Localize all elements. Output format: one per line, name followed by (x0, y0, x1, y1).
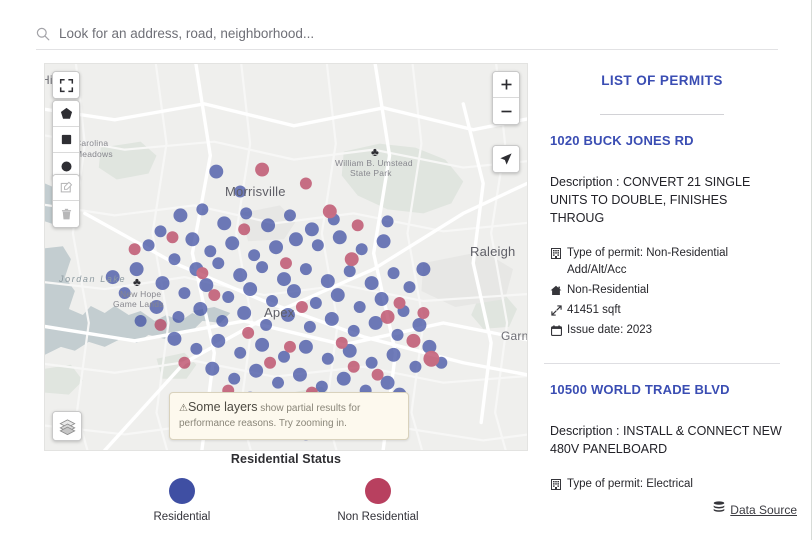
permit-status-text: Non-Residential (567, 282, 649, 299)
edit-shape-button[interactable] (53, 175, 79, 201)
fullscreen-control[interactable] (52, 71, 80, 99)
permit-date-row: Issue date: 2023 (550, 322, 784, 339)
draw-polygon-button[interactable] (53, 101, 79, 127)
legend-dot-residential (169, 478, 195, 504)
plus-icon (500, 78, 513, 91)
rectangle-icon (60, 133, 73, 146)
warning-triangle-icon: ⚠ (179, 403, 188, 414)
park-pin-icon: ♣ (371, 146, 379, 158)
locate-button[interactable] (493, 146, 519, 172)
minus-icon (500, 105, 513, 118)
draw-rectangle-button[interactable] (53, 127, 79, 153)
permit-meta-list: Type of permit: Non-Residential Add/Alt/… (550, 245, 784, 339)
trash-icon (60, 208, 73, 221)
permit-type-row: Type of permit: Electrical (550, 476, 784, 490)
layers-control[interactable] (52, 411, 82, 441)
edit-icon (60, 181, 73, 194)
permit-meta-list: Type of permit: Electrical Non-Residenti… (550, 476, 784, 490)
partial-results-toast: ⚠Some layers show partial results for pe… (169, 392, 409, 440)
search-icon (36, 27, 50, 41)
zoom-in-button[interactable] (493, 72, 519, 98)
delete-shape-button[interactable] (53, 201, 79, 227)
map-panel[interactable]: Hill Carolina Meadows Morrisville ♣ Will… (44, 63, 528, 451)
legend-title: Residential Status (44, 452, 528, 466)
polygon-icon (60, 107, 73, 120)
permit-status-row: Non-Residential (550, 282, 784, 299)
permit-type-text: Type of permit: Electrical (567, 476, 693, 490)
panel-title: LIST OF PERMITS (540, 73, 784, 88)
edit-delete-control[interactable] (52, 174, 80, 228)
game-lands-pin-icon: ♣ (133, 276, 141, 288)
legend-label-residential: Residential (153, 511, 210, 523)
permit-type-text: Type of permit: Non-Residential Add/Alt/… (567, 245, 784, 279)
database-icon (713, 501, 725, 519)
navigation-arrow-icon (499, 152, 513, 166)
legend-label-non-residential: Non Residential (337, 511, 418, 523)
zoom-control[interactable] (492, 71, 520, 125)
permits-dashboard: Hill Carolina Meadows Morrisville ♣ Will… (0, 0, 812, 540)
permit-address[interactable]: 1020 BUCK JONES RD (550, 133, 784, 148)
zoom-out-button[interactable] (493, 98, 519, 124)
permit-area-row: 41451 sqft (550, 302, 784, 319)
draw-shapes-control[interactable] (52, 100, 80, 180)
permit-description: Description : CONVERT 21 SINGLE UNITS TO… (550, 173, 784, 227)
data-source-label[interactable]: Data Source (730, 503, 797, 517)
circle-icon (60, 160, 73, 173)
search-bar[interactable] (36, 18, 778, 50)
layers-icon (59, 418, 76, 435)
building-icon (550, 478, 562, 490)
layers-button[interactable] (53, 412, 81, 440)
legend-dot-non-residential (365, 478, 391, 504)
legend-item-residential[interactable]: Residential (153, 478, 210, 523)
legend-item-non-residential[interactable]: Non Residential (337, 478, 418, 523)
permit-date-text: Issue date: 2023 (567, 322, 652, 339)
locate-control[interactable] (492, 145, 520, 173)
home-icon (550, 284, 562, 297)
building-icon (550, 247, 562, 260)
expand-arrows-icon (550, 304, 562, 317)
permit-description: Description : INSTALL & CONNECT NEW 480V… (550, 422, 784, 458)
data-source-link[interactable]: Data Source (713, 501, 797, 519)
map-legend: Residential Status Residential Non Resid… (44, 452, 528, 523)
search-input[interactable] (59, 24, 778, 44)
fullscreen-icon (59, 78, 74, 93)
toast-strong-text: Some layers (188, 400, 257, 414)
calendar-icon (550, 324, 562, 337)
permit-type-row: Type of permit: Non-Residential Add/Alt/… (550, 245, 784, 279)
permit-entry[interactable]: 10500 WORLD TRADE BLVD Description : INS… (540, 364, 784, 490)
permit-area-text: 41451 sqft (567, 302, 621, 319)
permits-list-panel[interactable]: LIST OF PERMITS 1020 BUCK JONES RD Descr… (528, 60, 796, 490)
fullscreen-button[interactable] (53, 72, 79, 98)
permit-address[interactable]: 10500 WORLD TRADE BLVD (550, 382, 784, 397)
permit-entry[interactable]: 1020 BUCK JONES RD Description : CONVERT… (540, 115, 784, 364)
